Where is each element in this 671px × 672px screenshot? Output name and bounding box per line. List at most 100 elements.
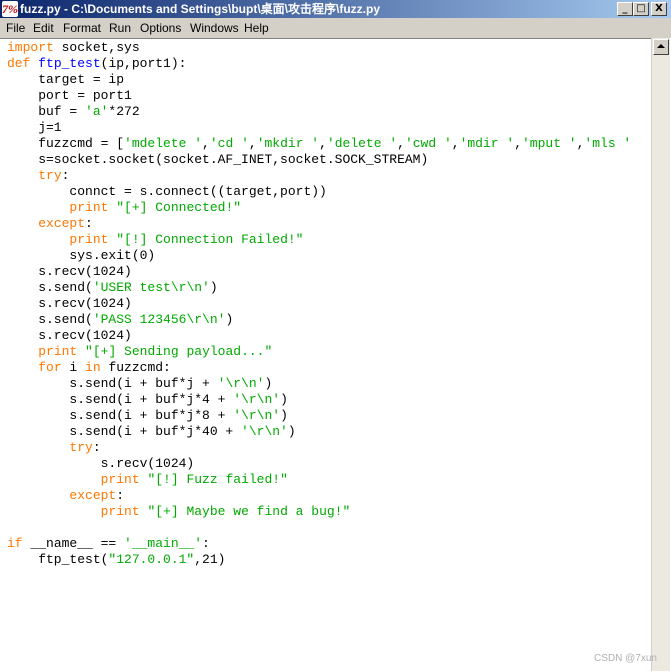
code-line: connct = s.connect((target,port)) [7, 184, 327, 199]
code-token: s.recv(1024) [7, 264, 132, 279]
code-token: if [7, 536, 23, 551]
code-line: s.recv(1024) [7, 296, 132, 311]
code-line: s.send('PASS 123456\r\n') [7, 312, 233, 327]
code-token: 'a' [85, 104, 109, 119]
code-token: : [61, 168, 70, 183]
code-line: def ftp_test(ip,port1): [7, 56, 186, 71]
title-bar[interactable]: 7% fuzz.py - C:\Documents and Settings\b… [0, 0, 671, 18]
menu-help[interactable]: Help [244, 20, 269, 36]
code-token: i [61, 360, 86, 375]
code-line: buf = 'a'*272 [7, 104, 140, 119]
code-line: s.send(i + buf*j*8 + '\r\n') [7, 408, 288, 423]
code-token: socket,sys [53, 40, 140, 55]
code-line: import socket,sys [7, 40, 140, 55]
code-line: print "[+] Sending payload..." [7, 344, 272, 359]
window-title: fuzz.py - C:\Documents and Settings\bupt… [20, 2, 380, 16]
code-line: ftp_test("127.0.0.1",21) [7, 552, 225, 567]
code-token: 'cd ' [209, 136, 249, 151]
code-token: 'mls ' [584, 136, 632, 151]
python-idle-icon[interactable]: 7% [2, 1, 18, 17]
code-token: "[!] Connection Failed!" [116, 232, 304, 247]
code-token: '\r\n' [241, 424, 288, 439]
code-line: s.recv(1024) [7, 456, 195, 471]
close-button[interactable]: X [651, 2, 667, 16]
code-line: sys.exit(0) [7, 248, 155, 263]
code-token: s.recv(1024) [7, 328, 132, 343]
code-token: s.send( [7, 280, 93, 295]
code-token: "127.0.0.1" [108, 552, 195, 567]
code-token: s=socket.socket(socket.AF_INET,socket.SO… [7, 152, 429, 167]
code-line: j=1 [7, 120, 62, 135]
code-line: s.send(i + buf*j + '\r\n') [7, 376, 272, 391]
code-token: ) [280, 408, 288, 423]
code-line: print "[+] Maybe we find a bug!" [7, 504, 351, 519]
menu-bar: File Edit Format Run Options Windows Hel… [0, 18, 671, 39]
code-token: print [100, 504, 140, 519]
code-line: except: [7, 216, 93, 231]
code-line: target = ip [7, 72, 124, 87]
code-token: '\r\n' [233, 408, 281, 423]
code-token: '__main__' [124, 536, 203, 551]
code-line: s.send(i + buf*j*4 + '\r\n') [7, 392, 288, 407]
code-token: 'mdelete ' [124, 136, 203, 151]
code-token: for [38, 360, 62, 375]
menu-run[interactable]: Run [109, 20, 131, 36]
code-token: s.send(i + buf*j*8 + [7, 408, 234, 423]
code-token: print [69, 232, 109, 247]
menu-options[interactable]: Options [140, 20, 181, 36]
code-token: s.send(i + buf*j + [7, 376, 218, 391]
code-token: , [319, 136, 327, 151]
code-token: , [202, 136, 210, 151]
code-token: target = ip [7, 72, 125, 87]
code-token: import [7, 40, 54, 55]
menu-format[interactable]: Format [63, 20, 101, 36]
code-token: *272 [108, 104, 140, 119]
code-token: port = port1 [7, 88, 132, 103]
code-line: print "[!] Fuzz failed!" [7, 472, 288, 487]
code-token: j=1 [7, 120, 62, 135]
code-line: for i in fuzzcmd: [7, 360, 171, 375]
code-token: "[+] Connected!" [116, 200, 242, 215]
code-token: except [69, 488, 117, 503]
code-token: , [397, 136, 405, 151]
code-line: s.send(i + buf*j*40 + '\r\n') [7, 424, 296, 439]
code-line: fuzzcmd = ['mdelete ','cd ','mkdir ','de… [7, 136, 631, 151]
vertical-scrollbar[interactable] [651, 38, 670, 671]
code-line: except: [7, 488, 124, 503]
code-token: ) [209, 280, 218, 295]
code-token: def [7, 56, 31, 71]
code-token: ) [287, 424, 296, 439]
code-token: fuzzcmd: [100, 360, 171, 375]
scroll-up-arrow-icon[interactable] [653, 39, 669, 55]
minimize-button[interactable]: _ [617, 2, 633, 16]
code-token: buf = [7, 104, 86, 119]
code-line: print "[!] Connection Failed!" [7, 232, 303, 247]
menu-windows[interactable]: Windows [190, 20, 239, 36]
code-token: 'delete ' [326, 136, 398, 151]
code-editor[interactable]: import socket,sys def ftp_test(ip,port1)… [0, 38, 651, 672]
code-token: "[+] Sending payload..." [85, 344, 273, 359]
menu-file[interactable]: File [6, 20, 25, 36]
code-token: : [202, 536, 210, 551]
code-text[interactable]: import socket,sys def ftp_test(ip,port1)… [7, 40, 631, 568]
code-token: , [514, 136, 522, 151]
code-token: connct = s.connect((target,port)) [7, 184, 327, 199]
watermark: CSDN @7xun [594, 653, 657, 664]
code-token: ftp_test [38, 56, 101, 71]
code-line: s.recv(1024) [7, 264, 132, 279]
code-token: , [248, 136, 257, 151]
code-token: except [38, 216, 86, 231]
code-token: 'mput ' [522, 136, 577, 151]
menu-edit[interactable]: Edit [33, 20, 54, 36]
maximize-button[interactable]: □ [633, 2, 649, 16]
code-token: ) [280, 392, 288, 407]
code-line: try: [7, 168, 69, 183]
